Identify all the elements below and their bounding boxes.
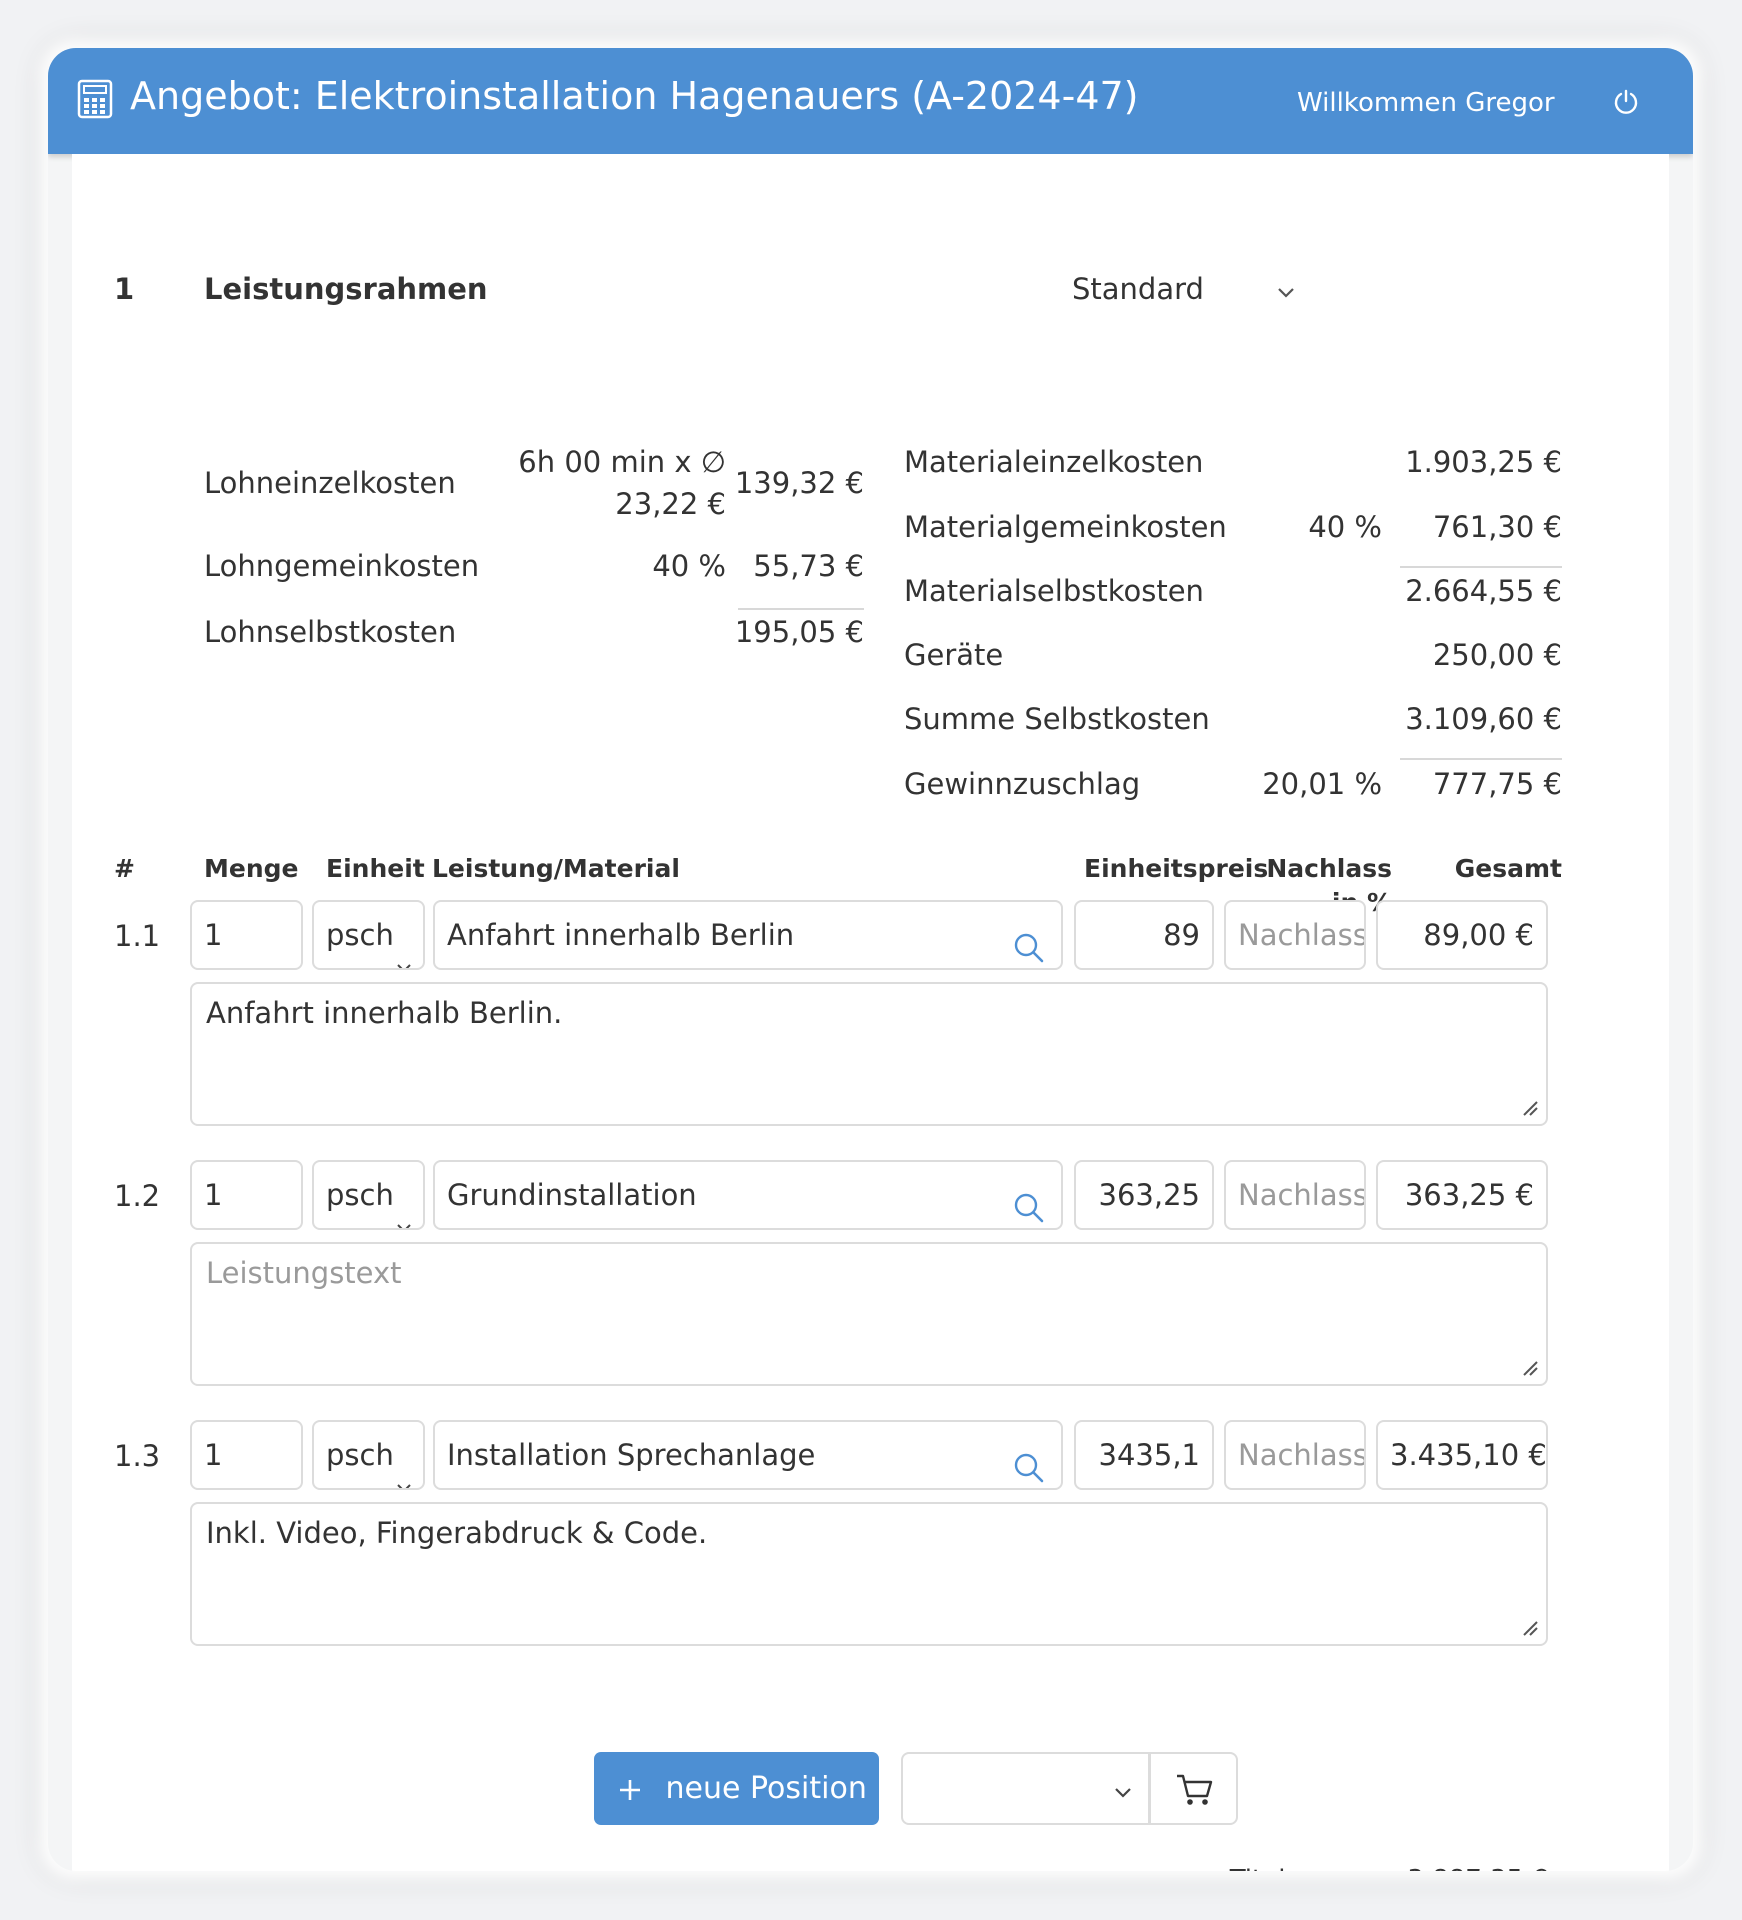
variant-select[interactable]: Standard — [1072, 262, 1312, 316]
header-bar: Angebot: Elektroinstallation Hagenauers … — [48, 48, 1693, 154]
position-number: 1.1 — [114, 919, 161, 953]
unit-select[interactable]: psch — [312, 900, 425, 970]
summe-selbstkosten-label: Summe Selbstkosten — [904, 702, 1210, 736]
app-window: Angebot: Elektroinstallation Hagenauers … — [48, 48, 1693, 1871]
item-search-input[interactable]: Grundinstallation — [433, 1160, 1063, 1230]
power-icon[interactable] — [1612, 88, 1640, 120]
materialeinzelkosten-label: Materialeinzelkosten — [904, 445, 1204, 479]
search-icon[interactable] — [1013, 1181, 1045, 1228]
geraete-value: 250,00 € — [1432, 638, 1562, 672]
plus-icon — [618, 1775, 652, 1810]
chevron-down-icon — [1114, 1784, 1132, 1803]
item-search-value: Installation Sprechanlage — [447, 1438, 816, 1472]
lohneinzelkosten-label: Lohneinzelkosten — [204, 466, 456, 500]
labor-sum-rule — [738, 608, 864, 610]
materialselbstkosten-value: 2.664,55 € — [1405, 574, 1562, 608]
unit-select[interactable]: psch — [312, 1160, 425, 1230]
section-number: 1 — [114, 272, 135, 306]
title-sum: Titelsumme : 3.887,35 € — [1072, 1861, 1548, 1871]
item-text-area[interactable]: Inkl. Video, Fingerabdruck & Code. — [190, 1502, 1548, 1646]
unit-price-input[interactable]: 3435,1 — [1074, 1420, 1214, 1490]
content-panel: 1 Leistungsrahmen Standard Lohneinzelkos… — [72, 154, 1669, 1871]
cart-icon — [1175, 1773, 1213, 1811]
item-search-value: Anfahrt innerhalb Berlin — [447, 918, 795, 952]
item-text-placeholder: Leistungstext — [206, 1256, 402, 1290]
total-field: 3.435,10 € — [1376, 1420, 1548, 1490]
col-header-discount-1: Nachlass — [1266, 854, 1392, 883]
lohnselbstkosten-value: 195,05 € — [734, 615, 864, 649]
chevron-down-icon — [396, 1450, 412, 1488]
materialgemeinkosten-value: 761,30 € — [1432, 510, 1562, 544]
discount-input[interactable]: Nachlass — [1224, 900, 1366, 970]
item-text-value: Inkl. Video, Fingerabdruck & Code. — [206, 1516, 708, 1550]
quantity-input[interactable]: 1 — [190, 1160, 303, 1230]
calculator-icon — [77, 79, 113, 123]
geraete-label: Geräte — [904, 638, 1004, 672]
unit-select-value: psch — [326, 1438, 394, 1472]
unit-price-input[interactable]: 363,25 — [1074, 1160, 1214, 1230]
page-title: Angebot: Elektroinstallation Hagenauers … — [130, 74, 1139, 118]
quantity-input[interactable]: 1 — [190, 900, 303, 970]
item-search-value: Grundinstallation — [447, 1178, 697, 1212]
resize-grip-icon[interactable] — [1520, 1098, 1538, 1116]
lohneinzelkosten-detail-1: 6h 00 min x ∅ — [518, 445, 726, 479]
search-icon[interactable] — [1013, 921, 1045, 968]
materialgemeinkosten-label: Materialgemeinkosten — [904, 510, 1227, 544]
summe-selbstkosten-value: 3.109,60 € — [1405, 702, 1562, 736]
col-header-unit: Einheit — [326, 854, 425, 883]
resize-grip-icon[interactable] — [1520, 1358, 1538, 1376]
lohngemeinkosten-value: 55,73 € — [753, 549, 864, 583]
material-sum-rule — [1400, 566, 1562, 568]
col-header-qty: Menge — [204, 854, 299, 883]
unit-select-value: psch — [326, 918, 394, 952]
new-position-label: neue Position — [665, 1771, 867, 1806]
item-search-input[interactable]: Installation Sprechanlage — [433, 1420, 1063, 1490]
lohneinzelkosten-detail-2: 23,22 € — [615, 487, 726, 521]
chevron-down-icon — [396, 1190, 412, 1228]
col-header-num: # — [114, 854, 135, 883]
item-text-area[interactable]: Anfahrt innerhalb Berlin. — [190, 982, 1548, 1126]
materialselbstkosten-label: Materialselbstkosten — [904, 574, 1204, 608]
unit-select-value: psch — [326, 1178, 394, 1212]
lohneinzelkosten-value: 139,32 € — [734, 466, 864, 500]
chevron-down-icon — [1276, 284, 1296, 303]
variant-select-value: Standard — [1072, 272, 1204, 306]
gewinnzuschlag-value: 777,75 € — [1432, 767, 1562, 801]
item-text-area[interactable]: Leistungstext — [190, 1242, 1548, 1386]
new-position-button[interactable]: neue Position — [594, 1752, 879, 1825]
welcome-text: Willkommen Gregor — [1297, 88, 1555, 118]
template-select[interactable] — [901, 1752, 1150, 1825]
cart-button[interactable] — [1149, 1752, 1238, 1825]
lohngemeinkosten-label: Lohngemeinkosten — [204, 549, 480, 583]
position-number: 1.3 — [114, 1439, 161, 1473]
section-title: Leistungsrahmen — [204, 272, 488, 306]
discount-input[interactable]: Nachlass — [1224, 1160, 1366, 1230]
col-header-item: Leistung/Material — [432, 854, 680, 883]
search-icon[interactable] — [1013, 1441, 1045, 1488]
selbstkosten-rule — [1400, 758, 1562, 760]
total-field: 89,00 € — [1376, 900, 1548, 970]
chevron-down-icon — [396, 930, 412, 968]
gewinnzuschlag-label: Gewinnzuschlag — [904, 767, 1141, 801]
unit-price-input[interactable]: 89 — [1074, 900, 1214, 970]
discount-input[interactable]: Nachlass — [1224, 1420, 1366, 1490]
item-text-value: Anfahrt innerhalb Berlin. — [206, 996, 563, 1030]
lohngemeinkosten-pct: 40 % — [652, 549, 726, 583]
position-number: 1.2 — [114, 1179, 161, 1213]
quantity-input[interactable]: 1 — [190, 1420, 303, 1490]
col-header-total: Gesamt — [1454, 854, 1562, 883]
lohnselbstkosten-label: Lohnselbstkosten — [204, 615, 457, 649]
resize-grip-icon[interactable] — [1520, 1618, 1538, 1636]
total-field: 363,25 € — [1376, 1160, 1548, 1230]
unit-select[interactable]: psch — [312, 1420, 425, 1490]
item-search-input[interactable]: Anfahrt innerhalb Berlin — [433, 900, 1063, 970]
materialeinzelkosten-value: 1.903,25 € — [1405, 445, 1562, 479]
